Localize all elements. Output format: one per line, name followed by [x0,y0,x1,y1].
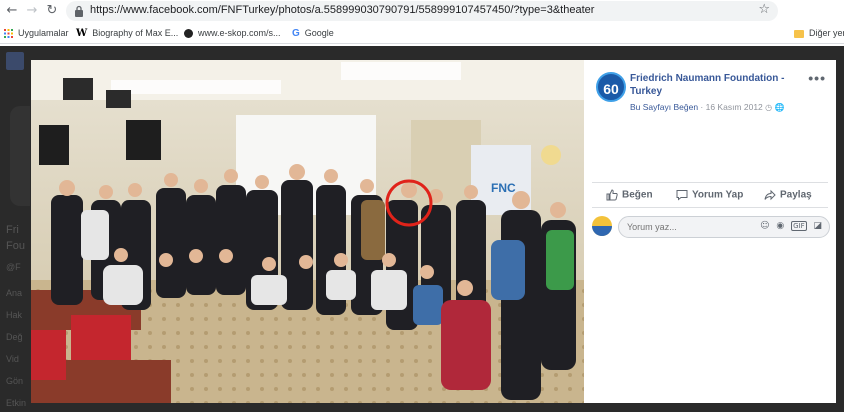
lock-icon [75,5,83,17]
like-page-link[interactable]: Bu Sayfayı Beğen [630,102,698,112]
backdrop-text: Etkin [6,398,27,408]
back-arrow-icon[interactable]: ← [4,3,20,19]
address-row: ← → ↻ https://www.facebook.com/FNFTurkey… [0,0,844,22]
comment-input-icons: ☺ ◉ GIF ◪ [760,221,822,231]
forward-arrow-icon[interactable]: → [24,3,40,19]
browser-chrome: ← → ↻ https://www.facebook.com/FNFTurkey… [0,0,844,46]
backdrop-text: Hak [6,310,23,320]
bookmark-label: Biography of Max E... [92,28,179,38]
gif-icon[interactable]: GIF [791,221,807,231]
post-actions-bar: Beğen Yorum Yap Paylaş [592,182,828,208]
group-photo-image: FNC [31,60,584,403]
like-button[interactable]: Beğen [606,189,653,201]
bookmark-e-skop[interactable]: www.e-skop.com/s... [184,26,281,40]
bookmark-label: www.e-skop.com/s... [198,28,281,38]
sticker-icon[interactable]: ◪ [813,221,822,231]
share-arrow-icon [764,189,776,201]
thumbs-up-icon [606,189,618,201]
like-label: Beğen [622,189,653,201]
page-name-link[interactable]: Friedrich Naumann Foundation - Turkey [630,72,810,98]
backdrop-text: Ana [6,288,23,298]
bookmark-google[interactable]: G Google [292,26,334,40]
wikipedia-icon: W [76,27,88,39]
theater-photo[interactable]: FNC [31,60,584,403]
comment-label: Yorum Yap [692,189,744,201]
bookmark-other[interactable]: Diğer yer [794,26,844,40]
backdrop-text: Değ [6,332,23,342]
post-meta: Bu Sayfayı Beğen · 16 Kasım 2012 ◷ 🌐 [630,102,785,112]
clock-icon: ◷ [765,103,773,112]
backdrop-text: Fri [6,224,19,236]
backdrop-text: Vid [6,354,19,364]
meta-separator: · [698,102,706,112]
svg-text:FNC: FNC [491,181,516,195]
bookmark-label: Google [304,28,334,38]
backdrop-text: Gön [6,376,24,386]
facebook-logo-icon [6,52,24,70]
e-skop-icon [184,29,193,39]
user-avatar [592,216,612,236]
emoji-icon[interactable]: ☺ [760,221,769,231]
bookmark-label: Uygulamalar [18,28,69,38]
backdrop-text: @F [6,262,21,272]
comment-composer: ☺ ◉ GIF ◪ [592,215,832,239]
camera-icon[interactable]: ◉ [776,221,784,231]
backdrop-text: Fou [6,240,25,252]
post-date[interactable]: 16 Kasım 2012 [706,102,763,112]
address-bar[interactable]: https://www.facebook.com/FNFTurkey/photo… [66,1,778,21]
share-label: Paylaş [780,189,812,201]
bookmark-apps[interactable]: Uygulamalar [4,26,69,40]
post-side-panel: 60 Friedrich Naumann Foundation - Turkey… [584,60,836,403]
comment-button[interactable]: Yorum Yap [676,189,743,201]
bookmark-star-icon[interactable]: ☆ [758,2,770,17]
speech-bubble-icon [676,190,688,201]
more-options-icon[interactable]: ••• [808,70,826,86]
folder-icon [794,29,804,38]
url-text: https://www.facebook.com/FNFTurkey/photo… [90,4,595,16]
apps-grid-icon [4,29,13,39]
bookmark-biography[interactable]: W Biography of Max E... [76,26,178,40]
globe-icon: 🌐 [774,103,785,112]
share-button[interactable]: Paylaş [764,189,812,201]
bookmark-label: Diğer yer [809,28,844,38]
page-avatar[interactable]: 60 [596,72,626,102]
google-icon: G [292,27,300,39]
reload-icon[interactable]: ↻ [44,3,60,19]
backdrop-profile-picture [10,106,30,206]
bookmarks-bar: Uygulamalar W Biography of Max E... www.e… [0,22,844,44]
